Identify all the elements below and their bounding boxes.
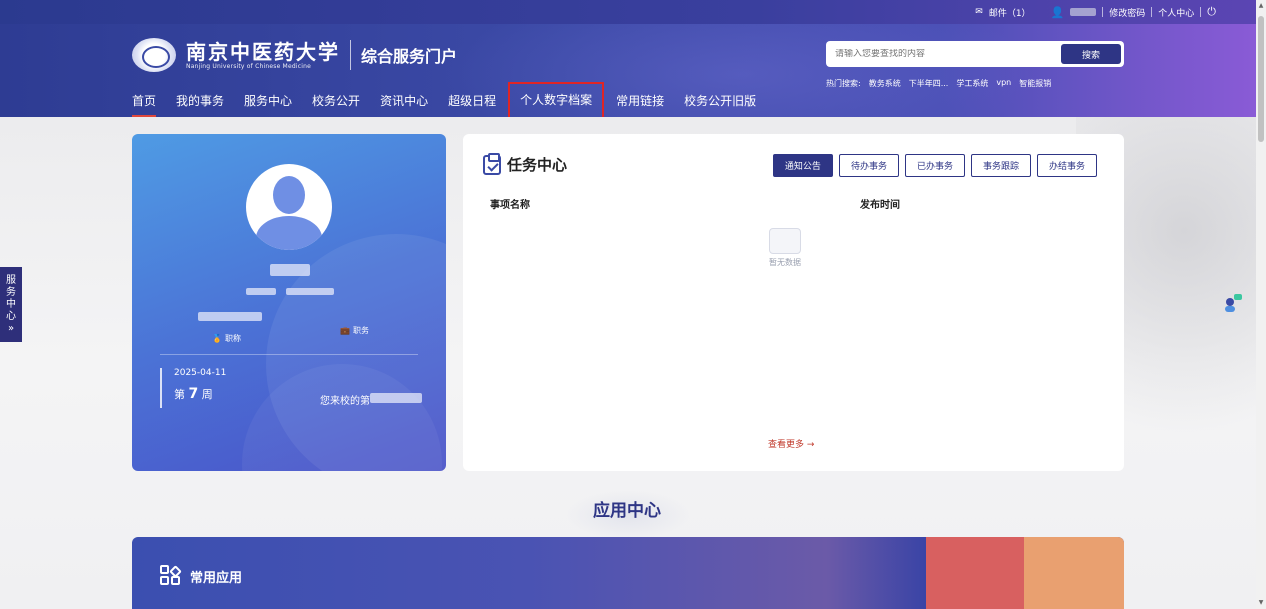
week-prefix: 第 xyxy=(174,388,185,401)
search-input[interactable] xyxy=(835,49,1061,59)
nav-common-links[interactable]: 常用链接 xyxy=(606,84,674,117)
date-block: 2025-04-11 第 7 周 xyxy=(160,368,226,408)
utility-items: ✉ 邮件（1） 👤 修改密码 个人中心 ⏻ xyxy=(975,0,1216,24)
avatar[interactable] xyxy=(246,164,332,250)
divider xyxy=(1200,7,1202,17)
days-count-blurred xyxy=(370,393,422,403)
since-label: 您来校的第 xyxy=(320,396,370,407)
days-since-joined: 您来校的第 xyxy=(320,392,370,407)
logo-text: 南京中医药大学 Nanjing University of Chinese Me… xyxy=(186,41,340,70)
chevron-right-icon: » xyxy=(7,322,15,334)
common-apps-header: 常用应用 xyxy=(160,565,242,587)
divider xyxy=(1151,7,1153,17)
avatar-body xyxy=(256,216,322,250)
logo-chinese: 南京中医药大学 xyxy=(186,39,340,64)
apps-grid-icon xyxy=(160,565,182,587)
mail-link[interactable]: 邮件（1） xyxy=(989,6,1031,19)
nav-service-center[interactable]: 服务中心 xyxy=(234,84,302,117)
change-password-link[interactable]: 修改密码 xyxy=(1109,6,1145,19)
hot-search-item[interactable]: 教务系统 xyxy=(869,78,901,89)
tab-tracking[interactable]: 事务跟踪 xyxy=(970,154,1031,177)
position-label-text: 职务 xyxy=(352,326,369,335)
clipboard-check-icon xyxy=(483,152,501,175)
empty-text: 暂无数据 xyxy=(769,258,801,267)
user-name-blurred xyxy=(270,264,310,276)
user-dept-blurred xyxy=(286,288,334,295)
user-dept-blurred xyxy=(246,288,276,295)
task-center-card: 任务中心 通知公告 待办事务 已办事务 事务跟踪 办结事务 事项名称 发布时间 … xyxy=(463,134,1124,471)
hot-search: 热门搜索: 教务系统 下半年四... 学工系统 vpn 智能报销 xyxy=(826,78,1051,89)
common-apps-title: 常用应用 xyxy=(190,570,243,586)
current-date: 2025-04-11 xyxy=(174,368,227,378)
column-header-name: 事项名称 xyxy=(490,200,530,211)
view-more-link[interactable]: 查看更多 → xyxy=(768,437,814,450)
assistant-icon[interactable] xyxy=(1222,292,1244,314)
page-scrollbar[interactable]: ▲ ▼ xyxy=(1256,0,1266,609)
week-indicator: 第 7 周 xyxy=(174,386,226,402)
week-number: 7 xyxy=(188,386,199,402)
nav-my-affairs[interactable]: 我的事务 xyxy=(166,84,234,117)
university-logo[interactable]: 南京中医药大学 Nanjing University of Chinese Me… xyxy=(132,38,457,72)
scroll-up-icon[interactable]: ▲ xyxy=(1256,0,1266,12)
username-blurred[interactable] xyxy=(1070,8,1097,16)
profile-card: 🏅 职称 💼 职务 2025-04-11 第 7 周 您来校的第 xyxy=(132,134,446,471)
nav-school-affairs[interactable]: 校务公开 xyxy=(302,84,370,117)
user-icon: 👤 xyxy=(1050,5,1065,19)
scroll-down-icon[interactable]: ▼ xyxy=(1256,597,1266,609)
side-tab-char: 心 xyxy=(6,310,16,322)
search-box: 搜索 xyxy=(826,41,1124,67)
avatar-head xyxy=(273,176,305,214)
tab-pending[interactable]: 待办事务 xyxy=(838,154,899,177)
hot-search-item[interactable]: 学工系统 xyxy=(956,78,988,89)
search-button[interactable]: 搜索 xyxy=(1061,44,1121,64)
task-center-title: 任务中心 xyxy=(507,156,568,174)
column-header-time: 发布时间 xyxy=(860,200,900,211)
task-center-header: 任务中心 xyxy=(483,152,568,175)
hot-search-item[interactable]: 智能报销 xyxy=(1019,78,1051,89)
briefcase-icon: 💼 xyxy=(340,326,350,335)
power-icon[interactable]: ⏻ xyxy=(1207,5,1216,19)
nav-super-schedule[interactable]: 超级日程 xyxy=(438,84,506,117)
logo-divider xyxy=(350,40,351,70)
divider xyxy=(1102,7,1104,17)
common-apps-panel: 常用应用 xyxy=(132,537,1124,609)
user-id-blurred xyxy=(198,312,262,321)
title-label: 🏅 职称 xyxy=(212,333,241,344)
medal-icon: 🏅 xyxy=(212,334,222,343)
hot-search-label: 热门搜索: xyxy=(826,79,861,88)
empty-state: 暂无数据 xyxy=(769,228,801,268)
title-label-text: 职称 xyxy=(224,334,241,343)
profile-divider xyxy=(160,354,418,355)
portal-name: 综合服务门户 xyxy=(361,47,458,66)
university-seal-icon xyxy=(132,38,176,72)
utility-bar: ✉ 邮件（1） 👤 修改密码 个人中心 ⏻ xyxy=(0,0,1256,24)
side-tab-char: 务 xyxy=(6,286,16,298)
empty-inbox-icon xyxy=(769,228,801,254)
hot-search-item[interactable]: vpn xyxy=(996,78,1011,89)
hot-search-item[interactable]: 下半年四... xyxy=(909,78,949,89)
task-tabs: 通知公告 待办事务 已办事务 事务跟踪 办结事务 xyxy=(772,154,1097,177)
nav-home[interactable]: 首页 xyxy=(132,84,166,117)
nav-school-affairs-old[interactable]: 校务公开旧版 xyxy=(674,84,766,117)
side-tab-char: 服 xyxy=(6,274,16,286)
personal-center-link[interactable]: 个人中心 xyxy=(1158,6,1194,19)
scrollbar-thumb[interactable] xyxy=(1258,16,1264,142)
position-label: 💼 职务 xyxy=(340,325,369,336)
nav-personal-digital-archive[interactable]: 个人数字档案 xyxy=(508,82,605,117)
week-suffix: 周 xyxy=(201,388,213,401)
tab-notices[interactable]: 通知公告 xyxy=(772,154,833,177)
tab-completed[interactable]: 办结事务 xyxy=(1036,154,1097,177)
app-tile-decoration xyxy=(926,537,1024,609)
app-center-title: 应用中心 xyxy=(593,501,661,521)
main-nav: 首页 我的事务 服务中心 校务公开 资讯中心 超级日程 个人数字档案 常用链接 … xyxy=(132,82,766,117)
tab-done[interactable]: 已办事务 xyxy=(904,154,965,177)
side-tab-char: 中 xyxy=(6,298,16,310)
mail-icon: ✉ xyxy=(975,7,983,17)
nav-news-center[interactable]: 资讯中心 xyxy=(370,84,438,117)
app-tile-decoration xyxy=(1024,537,1124,609)
logo-english: Nanjing University of Chinese Medicine xyxy=(186,62,311,70)
service-center-side-tab[interactable]: 服 务 中 心 » xyxy=(0,267,22,342)
header: 南京中医药大学 Nanjing University of Chinese Me… xyxy=(0,24,1256,117)
